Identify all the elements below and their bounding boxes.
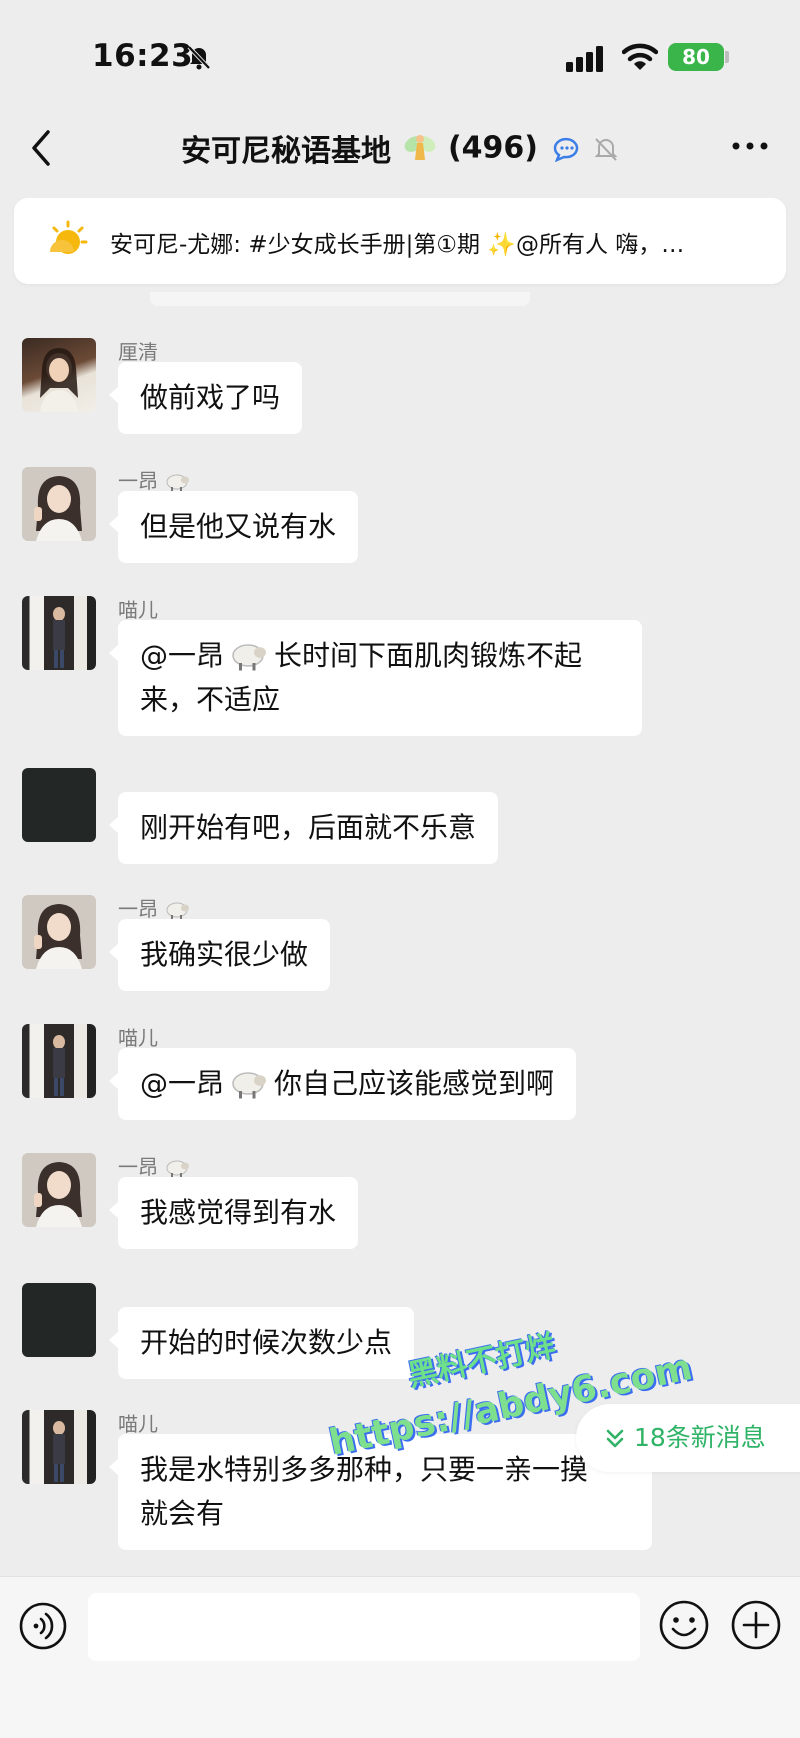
sender-name: 喵儿 <box>118 1026 158 1050</box>
sheep-emoji-icon <box>232 1072 267 1099</box>
announcement-text: 安可尼-尤娜: #少女成长手册|第①期 ✨@所有人 嗨，… <box>110 232 685 258</box>
sheep-emoji-icon <box>166 474 190 492</box>
avatar[interactable] <box>22 768 96 842</box>
mention[interactable]: @一昂 <box>140 1067 224 1100</box>
plus-icon[interactable] <box>730 1599 782 1651</box>
sun-icon <box>50 220 88 254</box>
sender-name: 一昂 <box>118 1151 190 1180</box>
input-bar <box>0 1576 800 1738</box>
message-bubble[interactable]: 我感觉得到有水 <box>108 1177 359 1249</box>
sender-name-text: 一昂 <box>118 469 158 493</box>
sender-name-text: 一昂 <box>118 1155 158 1179</box>
sender-name: 喵儿 <box>118 598 158 622</box>
chat-bubble-icon <box>554 137 579 163</box>
message-input[interactable] <box>88 1593 640 1661</box>
message-bubble[interactable]: @一昂 你自己应该能感觉到啊 <box>108 1048 577 1120</box>
message-bubble[interactable]: 做前戏了吗 <box>108 362 303 434</box>
status-bar: 16:23 80 <box>0 0 800 110</box>
avatar[interactable] <box>22 1024 96 1098</box>
avatar[interactable] <box>22 1410 96 1484</box>
sender-name: 喵儿 <box>118 1412 158 1436</box>
avatar[interactable] <box>22 895 96 969</box>
message-bubble[interactable]: 我确实很少做 <box>108 919 331 991</box>
wifi-icon <box>622 43 658 70</box>
member-count: (496) <box>447 130 539 166</box>
avatar-photo-icon <box>34 476 82 541</box>
avatar-photo-icon <box>53 1421 65 1482</box>
bell-off-icon <box>187 45 211 70</box>
avatar[interactable] <box>22 467 96 541</box>
avatar[interactable] <box>22 1283 96 1357</box>
mute-bell-icon <box>594 138 618 161</box>
message-bubble[interactable]: 但是他又说有水 <box>108 491 359 563</box>
chat-header: 安可尼秘语基地 (496) <box>0 110 800 190</box>
fairy-emoji-icon <box>404 135 435 160</box>
new-messages-button[interactable]: 18条新消息 <box>576 1404 800 1472</box>
mention[interactable]: @一昂 <box>140 639 224 672</box>
message-text-line2: 就会有 <box>140 1497 225 1530</box>
message-bubble[interactable]: 开始的时候次数少点 <box>108 1307 415 1379</box>
emoji-icon[interactable] <box>658 1599 710 1651</box>
pinned-announcement[interactable]: 安可尼-尤娜: #少女成长手册|第①期 ✨@所有人 嗨，… <box>14 198 786 284</box>
avatar-photo-icon <box>34 1162 82 1227</box>
voice-input-icon[interactable] <box>18 1601 68 1651</box>
chat-title[interactable]: 安可尼秘语基地 (496) <box>0 126 800 170</box>
double-chevron-down-icon <box>606 1429 624 1448</box>
sheep-emoji-icon <box>232 644 267 671</box>
message-text-line2: 来，不适应 <box>140 683 281 716</box>
sender-name: 一昂 <box>118 465 190 494</box>
battery-tip <box>725 51 729 63</box>
battery-indicator: 80 <box>668 43 724 71</box>
avatar[interactable] <box>22 1153 96 1227</box>
message-text-line1: 长时间下面肌肉锻炼不起 <box>274 639 583 672</box>
cellular-signal-icon <box>566 46 603 72</box>
group-name: 安可尼秘语基地 <box>181 134 392 169</box>
avatar[interactable] <box>22 338 96 412</box>
sheep-emoji-icon <box>166 1160 190 1178</box>
message-text-line1: 我是水特别多多那种，只要一亲一摸 <box>140 1453 589 1486</box>
sender-name: 厘清 <box>118 340 158 364</box>
more-options-icon[interactable] <box>730 138 770 154</box>
message-bubble[interactable]: 刚开始有吧，后面就不乐意 <box>108 792 499 864</box>
sheep-emoji-icon <box>166 902 190 920</box>
status-time: 16:23 <box>92 38 194 74</box>
avatar[interactable] <box>22 596 96 670</box>
avatar-photo-icon <box>53 1035 65 1096</box>
avatar-photo-icon <box>40 348 78 412</box>
message-text: 你自己应该能感觉到啊 <box>274 1067 555 1100</box>
avatar-photo-icon <box>53 607 65 668</box>
sender-name: 一昂 <box>118 893 190 922</box>
new-messages-label: 18条新消息 <box>634 1423 766 1452</box>
avatar-photo-icon <box>34 904 82 969</box>
message-bubble[interactable]: @一昂 长时间下面肌肉锻炼不起 来，不适应 <box>109 620 642 736</box>
sender-name-text: 一昂 <box>118 897 158 921</box>
announcement-stack-shadow <box>150 292 530 306</box>
